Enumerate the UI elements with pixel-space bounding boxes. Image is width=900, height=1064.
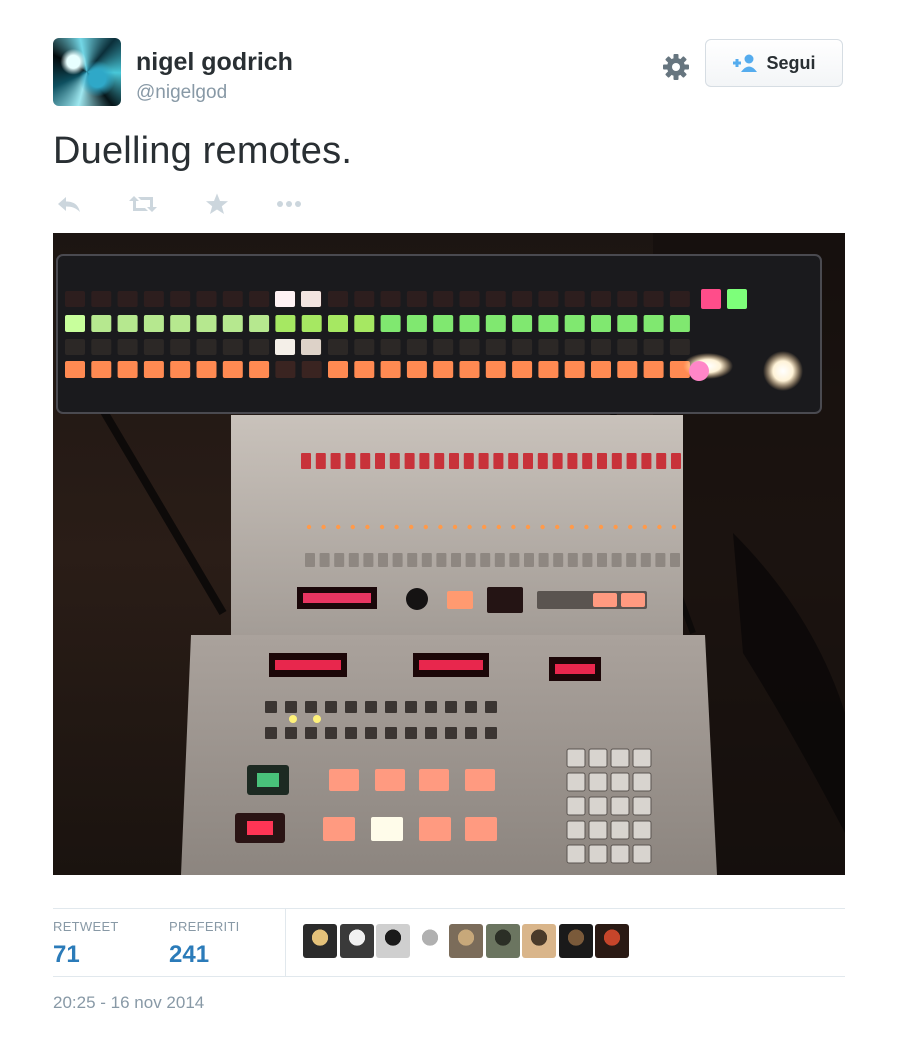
favoriter-avatar[interactable] <box>339 924 374 958</box>
retweet-icon <box>129 196 157 212</box>
follow-button[interactable]: Segui <box>705 39 843 87</box>
favoriter-avatar[interactable] <box>303 924 337 958</box>
retweet-label: RETWEET <box>53 919 119 934</box>
favorites-count: 241 <box>169 941 210 968</box>
user-handle[interactable]: @nigelgod <box>136 82 227 104</box>
add-user-icon <box>733 54 758 72</box>
favorite-star-icon <box>206 193 228 214</box>
more-button[interactable] <box>273 190 305 218</box>
user-name[interactable]: nigel godrich <box>136 48 293 77</box>
favorites-label: PREFERITI <box>169 919 240 934</box>
tweet-timestamp[interactable]: 20:25 - 16 nov 2014 <box>53 993 204 1013</box>
retweet-count: 71 <box>53 941 80 968</box>
favoriter-avatar[interactable] <box>412 924 447 958</box>
tweet-header: nigel godrich @nigelgod Segui <box>53 38 845 110</box>
favoriter-avatar[interactable] <box>522 924 556 958</box>
favoriter-avatar[interactable] <box>376 924 410 958</box>
favoriter-avatar[interactable] <box>558 924 593 958</box>
retweet-stat[interactable]: RETWEET 71 <box>53 919 119 969</box>
favoriter-avatar[interactable] <box>595 924 629 958</box>
favoriter-avatar[interactable] <box>485 924 520 958</box>
retweet-button[interactable] <box>127 190 159 218</box>
tweet-text: Duelling remotes. <box>53 130 353 172</box>
tweet-photo[interactable] <box>53 233 845 875</box>
follow-button-label: Segui <box>766 52 816 73</box>
more-icon <box>277 201 301 207</box>
favorites-stat[interactable]: PREFERITI 241 <box>169 919 240 969</box>
stats-divider <box>285 909 286 976</box>
favoriter-avatar[interactable] <box>449 924 483 958</box>
tweet-actions <box>53 190 353 218</box>
tweet-stats: RETWEET 71 PREFERITI 241 <box>53 908 845 977</box>
favorite-button[interactable] <box>201 190 233 218</box>
user-avatar[interactable] <box>53 38 121 106</box>
reply-button[interactable] <box>53 190 85 218</box>
reply-icon <box>58 197 80 212</box>
gear-icon[interactable] <box>661 52 691 82</box>
